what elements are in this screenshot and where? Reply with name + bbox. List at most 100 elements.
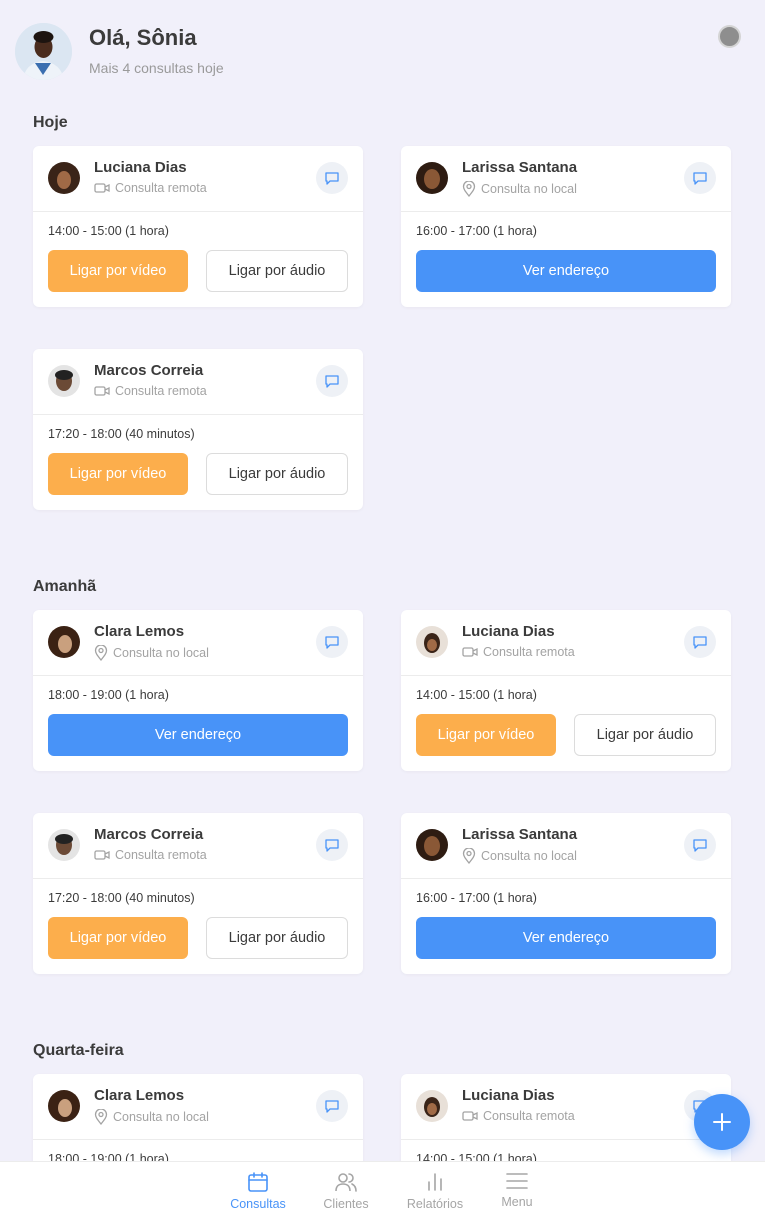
chat-button[interactable]	[684, 829, 716, 861]
appointment-card: Clara Lemos Consulta no local 18:00 - 19…	[33, 610, 363, 771]
add-appointment-button[interactable]	[694, 1094, 750, 1150]
audio-call-button[interactable]: Ligar por áudio	[574, 714, 716, 756]
chat-button[interactable]	[316, 829, 348, 861]
nav-item-relatorios[interactable]: Relatórios	[395, 1170, 475, 1211]
appointments-summary: Mais 4 consultas hoje	[89, 60, 224, 76]
location-pin-icon	[94, 1109, 108, 1125]
chat-button[interactable]	[316, 162, 348, 194]
patient-avatar	[48, 162, 80, 194]
nav-item-label: Menu	[501, 1195, 533, 1209]
audio-call-button[interactable]: Ligar por áudio	[206, 250, 348, 292]
patient-avatar	[416, 626, 448, 658]
video-icon	[94, 183, 110, 193]
divider	[401, 211, 731, 212]
patient-name: Clara Lemos	[94, 623, 185, 640]
appointment-time: 16:00 - 17:00 (1 hora)	[416, 891, 537, 905]
view-address-button[interactable]: Ver endereço	[48, 714, 348, 756]
chat-button[interactable]	[316, 365, 348, 397]
consultation-type: Consulta no local	[462, 181, 577, 197]
chat-icon	[693, 839, 707, 852]
section-title-tomorrow: Amanhã	[33, 578, 97, 595]
divider	[33, 1139, 363, 1140]
video-call-button[interactable]: Ligar por vídeo	[48, 453, 188, 495]
consultation-type-label: Consulta remota	[483, 1109, 575, 1123]
nav-item-label: Relatórios	[406, 1197, 464, 1211]
video-icon	[462, 647, 478, 657]
patient-avatar	[48, 626, 80, 658]
chat-icon	[325, 375, 339, 388]
chat-button[interactable]	[684, 626, 716, 658]
location-pin-icon	[462, 181, 476, 197]
audio-call-button[interactable]: Ligar por áudio	[206, 453, 348, 495]
patient-name: Luciana Dias	[94, 159, 187, 176]
video-icon	[94, 850, 110, 860]
section-title-wednesday: Quarta-feira	[33, 1042, 124, 1059]
patient-avatar	[48, 365, 80, 397]
status-indicator[interactable]	[718, 25, 741, 48]
plus-icon	[713, 1113, 731, 1131]
consultation-type: Consulta remota	[462, 1109, 575, 1123]
location-pin-icon	[462, 848, 476, 864]
users-icon	[335, 1173, 357, 1192]
chat-icon	[325, 839, 339, 852]
divider	[401, 675, 731, 676]
consultation-type-label: Consulta remota	[483, 645, 575, 659]
chat-icon	[325, 1100, 339, 1113]
patient-avatar	[48, 1090, 80, 1122]
view-address-button[interactable]: Ver endereço	[416, 917, 716, 959]
chat-icon	[693, 636, 707, 649]
appointment-card: Luciana Dias Consulta remota 14:00 - 15:…	[401, 610, 731, 771]
location-pin-icon	[94, 645, 108, 661]
appointment-card: Larissa Santana Consulta no local 16:00 …	[401, 146, 731, 307]
patient-name: Luciana Dias	[462, 1087, 555, 1104]
consultation-type: Consulta no local	[94, 1109, 209, 1125]
appointment-time: 14:00 - 15:00 (1 hora)	[416, 688, 537, 702]
chat-icon	[325, 172, 339, 185]
consultation-type: Consulta no local	[94, 645, 209, 661]
patient-avatar	[48, 829, 80, 861]
section-title-today: Hoje	[33, 114, 68, 131]
chat-button[interactable]	[684, 162, 716, 194]
patient-name: Clara Lemos	[94, 1087, 185, 1104]
bottom-nav: Consultas Clientes Relatórios Menu	[0, 1161, 765, 1215]
patient-name: Luciana Dias	[462, 623, 555, 640]
patient-name: Larissa Santana	[462, 826, 578, 843]
video-call-button[interactable]: Ligar por vídeo	[416, 714, 556, 756]
consultation-type-label: Consulta no local	[113, 1110, 209, 1124]
consultation-type: Consulta remota	[94, 181, 207, 195]
consultation-type-label: Consulta remota	[115, 384, 207, 398]
consultation-type: Consulta no local	[462, 848, 577, 864]
chat-button[interactable]	[316, 626, 348, 658]
user-avatar[interactable]	[15, 23, 72, 80]
menu-icon	[506, 1173, 528, 1189]
consultation-type-label: Consulta remota	[115, 181, 207, 195]
nav-item-clientes[interactable]: Clientes	[306, 1170, 386, 1211]
divider	[401, 1139, 731, 1140]
audio-call-button[interactable]: Ligar por áudio	[206, 917, 348, 959]
divider	[33, 675, 363, 676]
view-address-button[interactable]: Ver endereço	[416, 250, 716, 292]
chat-icon	[693, 172, 707, 185]
consultation-type-label: Consulta no local	[481, 182, 577, 196]
divider	[33, 878, 363, 879]
patient-name: Marcos Correia	[94, 826, 204, 843]
chat-icon	[325, 636, 339, 649]
greeting: Olá, Sônia	[89, 25, 197, 50]
chat-button[interactable]	[316, 1090, 348, 1122]
appointment-time: 16:00 - 17:00 (1 hora)	[416, 224, 537, 238]
divider	[33, 414, 363, 415]
nav-item-label: Consultas	[230, 1197, 286, 1211]
video-call-button[interactable]: Ligar por vídeo	[48, 917, 188, 959]
patient-name: Larissa Santana	[462, 159, 578, 176]
appointment-time: 17:20 - 18:00 (40 minutos)	[48, 427, 195, 441]
appointment-card: Larissa Santana Consulta no local 16:00 …	[401, 813, 731, 974]
patient-avatar	[416, 829, 448, 861]
nav-item-menu[interactable]: Menu	[477, 1170, 557, 1209]
appointment-card: Marcos Correia Consulta remota 17:20 - 1…	[33, 349, 363, 510]
consultation-type: Consulta remota	[94, 848, 207, 862]
patient-name: Marcos Correia	[94, 362, 204, 379]
appointment-time: 18:00 - 19:00 (1 hora)	[48, 688, 169, 702]
header: Olá, Sônia Mais 4 consultas hoje	[0, 0, 765, 100]
nav-item-consultas[interactable]: Consultas	[218, 1170, 298, 1211]
video-call-button[interactable]: Ligar por vídeo	[48, 250, 188, 292]
